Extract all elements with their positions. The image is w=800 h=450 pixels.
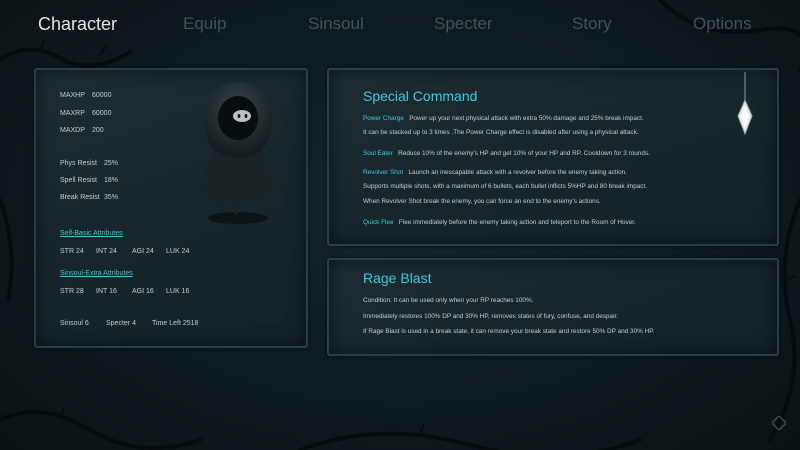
tab-story[interactable]: Story [572,14,612,34]
self-basic-attributes-row: STR 24 INT 24 AGI 24 LUK 24 [60,248,200,258]
revolver-shot-line-3: When Revolver Shot break the enemy, you … [363,198,601,205]
stat-maxrp: MAXRP 60000 [60,110,111,117]
sinsoul-extra-attributes-row: STR 28 INT 16 AGI 16 LUK 16 [60,288,200,298]
attr-int: INT 24 [96,248,117,255]
power-charge-line-2: It can be stacked up to 3 times .The Pow… [363,129,639,136]
resist-value: 35% [104,194,119,201]
attr-str: STR 28 [60,288,84,295]
stat-value: 60000 [92,92,112,99]
resist-value: 18% [104,177,119,184]
power-charge-desc: Power up your next physical attack with … [409,115,644,122]
revolver-shot-line-2: Supports multiple shots, with a maximum … [363,183,648,190]
corner-emblem-icon [772,416,786,430]
tab-specter[interactable]: Specter [434,14,493,34]
hooded-character-portrait [196,82,274,224]
soul-eater-name: Soul Eater [363,150,393,157]
quick-flee-name: Quick Flee [363,219,394,226]
revolver-shot-desc: Launch an inescapable attack with a revo… [408,169,627,176]
soul-eater-line: Soul Eater Reduce 10% of the enemy's HP … [363,150,650,157]
resist-label: Phys Resist [60,160,97,167]
sinsoul-count: Sinsoul 6 [60,320,89,327]
revolver-shot-name: Revolver Shot [363,169,404,176]
special-command-title: Special Command [363,88,478,104]
resist-value: 25% [104,160,119,167]
rage-blast-break-effect: If Rage Blast is used in a break state, … [363,328,655,335]
quick-flee-desc: Flee immediately before the enemy taking… [398,219,636,226]
hanging-crystal-icon [737,72,753,136]
attr-agi: AGI 24 [132,248,154,255]
attr-luk: LUK 16 [166,288,190,295]
self-basic-attributes-title: Self-Basic Attributes [60,230,123,237]
attr-agi: AGI 16 [132,288,154,295]
tab-equip[interactable]: Equip [183,14,226,34]
sinsoul-extra-attributes-title: Sinsoul-Extra Attributes [60,270,133,277]
time-left: Time Left 2518 [152,320,199,327]
rage-blast-condition: Condition: It can be used only when your… [363,297,534,304]
stat-value: 60000 [92,110,112,117]
stat-value: 200 [92,127,104,134]
phys-resist: Phys Resist 25% [60,160,118,167]
quick-flee-line: Quick Flee Flee immediately before the e… [363,219,636,226]
special-command-panel: Special Command Power Charge Power up yo… [327,68,779,246]
rage-blast-effect: Immediately restores 100% DP and 30% HP,… [363,313,619,320]
resist-label: Break Resist [60,194,100,201]
specter-count: Specter 4 [106,320,136,327]
stat-label: MAXDP [60,127,85,134]
rage-blast-panel: Rage Blast Condition: It can be used onl… [327,258,779,356]
power-charge-name: Power Charge [363,115,404,122]
tab-sinsoul[interactable]: Sinsoul [308,14,364,34]
power-charge-line-1: Power Charge Power up your next physical… [363,115,644,122]
spell-resist: Spell Resist 18% [60,177,118,184]
tab-character[interactable]: Character [38,14,117,35]
resist-label: Spell Resist [60,177,97,184]
stat-maxdp: MAXDP 200 [60,127,104,134]
attr-int: INT 16 [96,288,117,295]
stat-label: MAXRP [60,110,85,117]
break-resist: Break Resist 35% [60,194,118,201]
stat-maxhp: MAXHP 60000 [60,92,111,99]
stat-label: MAXHP [60,92,85,99]
soul-eater-desc: Reduce 10% of the enemy's HP and get 10%… [398,150,650,157]
character-stats-panel: MAXHP 60000 MAXRP 60000 MAXDP 200 Phys R… [34,68,308,348]
top-navigation: Character Equip Sinsoul Specter Story Op… [0,14,800,50]
revolver-shot-line-1: Revolver Shot Launch an inescapable atta… [363,169,627,176]
counters-row: Sinsoul 6 Specter 4 Time Left 2518 [60,320,260,330]
rage-blast-title: Rage Blast [363,270,432,286]
attr-luk: LUK 24 [166,248,190,255]
attr-str: STR 24 [60,248,84,255]
tab-options[interactable]: Options [693,14,752,34]
